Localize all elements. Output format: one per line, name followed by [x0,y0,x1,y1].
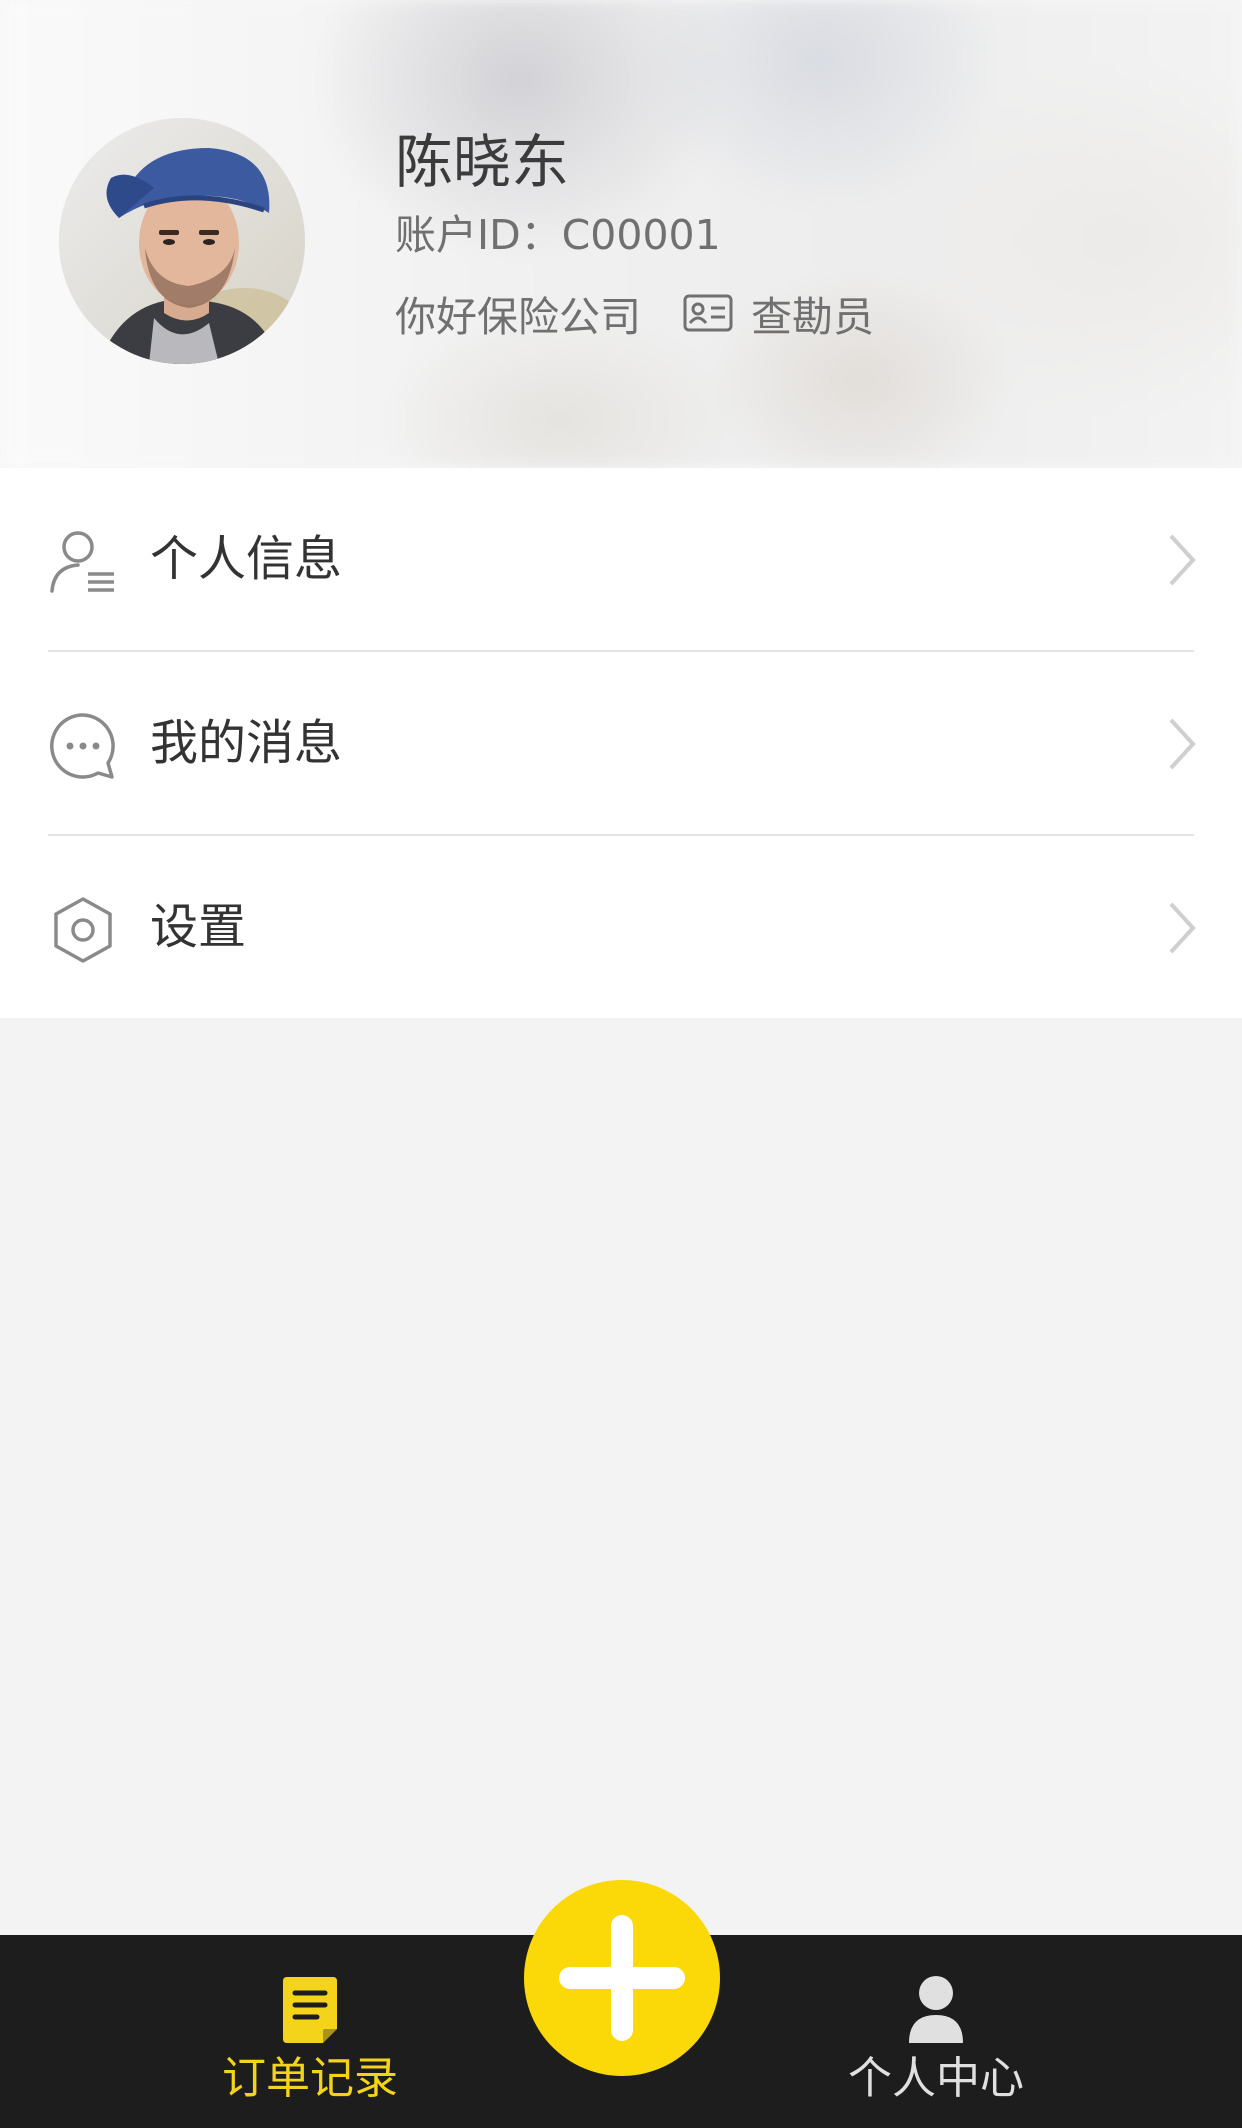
add-button[interactable] [524,1880,720,2076]
menu-item-label: 设置 [150,899,247,955]
menu-item-my-messages[interactable]: 我的消息 [0,652,1242,834]
document-icon [279,1973,341,2045]
menu-item-personal-info[interactable]: 个人信息 [0,468,1242,650]
plus-icon [559,1915,685,2041]
person-icon [905,1973,967,2045]
profile-header: 陈晓东 账户ID：C00001 你好保险公司 查勘员 [0,0,1242,468]
id-card-icon [683,294,733,332]
gear-icon [48,895,118,965]
account-id: 账户ID：C00001 [395,211,721,259]
person-list-icon [48,527,118,597]
user-name: 陈晓东 [395,128,570,196]
menu-item-label: 我的消息 [150,715,343,771]
chevron-right-icon [1166,532,1198,588]
tab-label: 个人中心 [848,2053,1024,2104]
chat-bubble-icon [48,711,118,781]
chevron-right-icon [1166,716,1198,772]
chevron-right-icon [1166,900,1198,956]
tab-label: 订单记录 [222,2053,398,2104]
tab-personal-center[interactable]: 个人中心 [816,1935,1056,2128]
company-role-row: 你好保险公司 查勘员 [395,288,874,341]
menu-list: 个人信息 我的消息 设置 [0,468,1242,1018]
avatar[interactable] [59,118,305,364]
tab-order-records[interactable]: 订单记录 [190,1935,430,2128]
menu-item-label: 个人信息 [150,531,343,587]
company-name: 你好保险公司 [395,293,641,341]
menu-item-settings[interactable]: 设置 [0,836,1242,1018]
role-label: 查勘员 [751,293,874,341]
